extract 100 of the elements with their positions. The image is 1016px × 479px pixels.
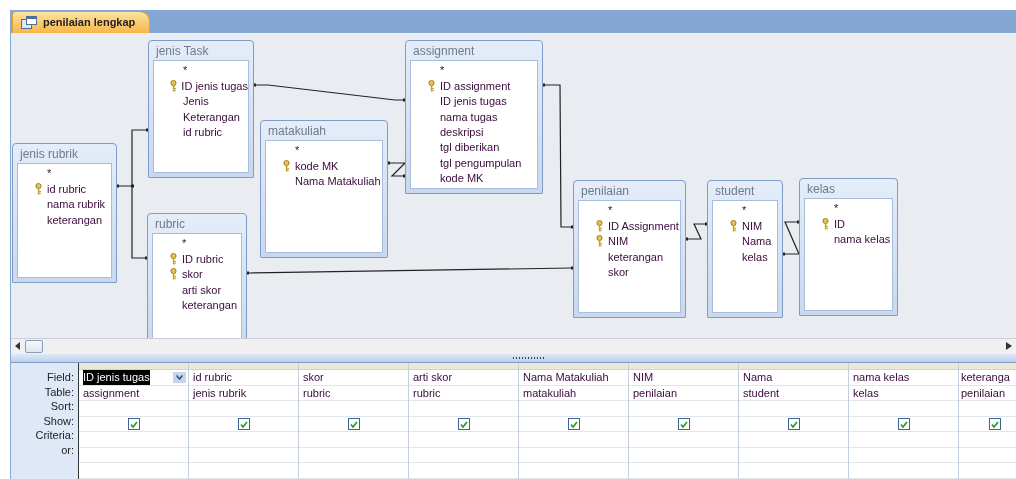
table-title: assignment xyxy=(412,42,476,60)
key-icon xyxy=(169,79,177,92)
field-cell[interactable]: nama kelas xyxy=(849,370,958,386)
field-name[interactable]: * xyxy=(295,144,300,157)
check-icon xyxy=(899,420,908,428)
field-name[interactable]: kode MK xyxy=(295,159,339,172)
table-cell[interactable]: assignment xyxy=(79,386,188,402)
splitter-grip[interactable] xyxy=(512,357,545,360)
field-name[interactable]: nama rubrik xyxy=(47,198,106,211)
table-cell[interactable]: penilaian xyxy=(959,386,1016,402)
field-name[interactable]: nama kelas xyxy=(834,233,891,246)
check-icon xyxy=(459,420,468,428)
field-cell[interactable]: Nama Matakuliah xyxy=(519,370,628,386)
table-cell[interactable]: rubric xyxy=(299,386,408,402)
caret-icon xyxy=(176,375,183,381)
field-name[interactable]: id rubric xyxy=(47,182,87,195)
row-label: or: xyxy=(60,443,75,458)
table-cell[interactable]: matakuliah xyxy=(519,386,628,402)
table-window[interactable]: jenis Task * ID jenis tugas Jenis Keterangan id rubric xyxy=(148,39,254,178)
check-icon xyxy=(789,420,798,428)
show-checkbox[interactable] xyxy=(347,418,360,431)
table-window[interactable]: rubric * ID rubric skor arti skor keterangan xyxy=(147,212,247,338)
table-window[interactable]: assignment * ID assignment ID jenis tugas nama tugas deskripsi tgl diberikan tgl pengumpulan kode MK xyxy=(405,39,543,194)
scroll-thumb[interactable] xyxy=(25,339,43,353)
field-name[interactable]: keterangan xyxy=(608,250,664,263)
field-cell[interactable]: arti skor xyxy=(409,370,518,386)
table-cell[interactable]: student xyxy=(739,386,848,402)
field-name[interactable]: Nama xyxy=(742,235,772,248)
dropdown-button[interactable] xyxy=(173,372,186,384)
field-name[interactable]: ID Assignment xyxy=(608,219,679,232)
table-window[interactable]: student * NIM Nama kelas xyxy=(707,179,783,318)
row-label: Field: xyxy=(46,370,75,385)
field-name[interactable]: arti skor xyxy=(182,283,222,296)
row-label: Show: xyxy=(42,414,75,429)
field-cell[interactable]: Nama xyxy=(739,370,848,386)
field-name[interactable]: keterangan xyxy=(47,213,103,226)
field-name[interactable]: ID rubric xyxy=(182,252,224,265)
key-icon xyxy=(34,182,42,195)
field-name[interactable]: NIM xyxy=(742,219,763,232)
relationship-line xyxy=(782,220,800,256)
show-checkbox[interactable] xyxy=(237,418,250,431)
left-arrow-icon[interactable] xyxy=(15,342,21,351)
field-name[interactable]: ID xyxy=(834,217,845,230)
field-name[interactable]: ID jenis tugas xyxy=(440,95,507,108)
check-icon xyxy=(991,420,999,428)
table-cell[interactable]: penilaian xyxy=(629,386,738,402)
show-checkbox[interactable] xyxy=(127,418,140,431)
show-checkbox[interactable] xyxy=(897,418,910,431)
field-name[interactable]: * xyxy=(47,167,52,180)
key-icon xyxy=(169,252,177,265)
key-icon xyxy=(821,217,829,230)
show-checkbox[interactable] xyxy=(457,418,470,431)
check-icon xyxy=(349,420,358,428)
query-tab[interactable]: penilaian lengkap xyxy=(12,10,151,33)
show-checkbox[interactable] xyxy=(567,418,580,431)
field-name[interactable]: * xyxy=(834,202,839,215)
field-name[interactable]: tgl pengumpulan xyxy=(440,156,522,169)
table-window[interactable]: penilaian * ID Assignment NIM keterangan skor xyxy=(573,179,686,318)
table-window[interactable]: matakuliah * kode MK Nama Matakuliah xyxy=(260,119,388,258)
check-icon xyxy=(239,420,248,428)
field-name[interactable]: skor xyxy=(182,268,203,281)
field-name[interactable]: ID assignment xyxy=(440,79,511,92)
field-name[interactable]: Jenis xyxy=(183,95,209,108)
field-name[interactable]: kelas xyxy=(742,250,768,263)
field-cell[interactable]: NIM xyxy=(629,370,738,386)
query-icon xyxy=(21,15,37,29)
field-name[interactable]: ID jenis tugas xyxy=(181,79,248,92)
field-name[interactable]: NIM xyxy=(608,235,629,248)
table-cell[interactable]: kelas xyxy=(849,386,958,402)
key-icon xyxy=(595,235,603,248)
field-name[interactable]: Nama Matakuliah xyxy=(295,175,381,188)
field-name[interactable]: tgl diberikan xyxy=(440,141,500,154)
table-title: matakuliah xyxy=(267,122,328,140)
field-name[interactable]: * xyxy=(440,64,445,77)
field-name[interactable]: keterangan xyxy=(182,298,238,311)
field-cell[interactable]: id rubric xyxy=(189,370,298,386)
field-name[interactable]: * xyxy=(182,237,187,250)
field-name[interactable]: * xyxy=(183,64,188,77)
field-name[interactable]: skor xyxy=(608,265,629,278)
field-cell[interactable]: keteranga xyxy=(959,370,1016,386)
field-cell[interactable]: skor xyxy=(299,370,408,386)
show-checkbox[interactable] xyxy=(677,418,690,431)
table-window[interactable]: jenis rubrik * id rubric nama rubrik keterangan xyxy=(12,142,117,283)
key-icon xyxy=(729,219,737,232)
field-name[interactable]: kode MK xyxy=(440,172,484,185)
field-name[interactable]: id rubric xyxy=(183,125,223,138)
key-icon xyxy=(169,268,177,281)
show-checkbox[interactable] xyxy=(787,418,800,431)
key-icon xyxy=(595,219,603,232)
column-selector[interactable] xyxy=(79,363,188,371)
right-arrow-icon[interactable] xyxy=(1006,342,1012,351)
field-name[interactable]: * xyxy=(608,204,613,217)
field-name[interactable]: Keterangan xyxy=(183,110,240,123)
show-checkbox[interactable] xyxy=(989,418,1001,431)
field-name[interactable]: deskripsi xyxy=(440,125,484,138)
field-name[interactable]: * xyxy=(742,204,747,217)
table-cell[interactable]: rubric xyxy=(409,386,518,402)
table-cell[interactable]: jenis rubrik xyxy=(189,386,298,402)
field-name[interactable]: nama tugas xyxy=(440,110,498,123)
table-window[interactable]: kelas * ID nama kelas xyxy=(799,177,898,316)
